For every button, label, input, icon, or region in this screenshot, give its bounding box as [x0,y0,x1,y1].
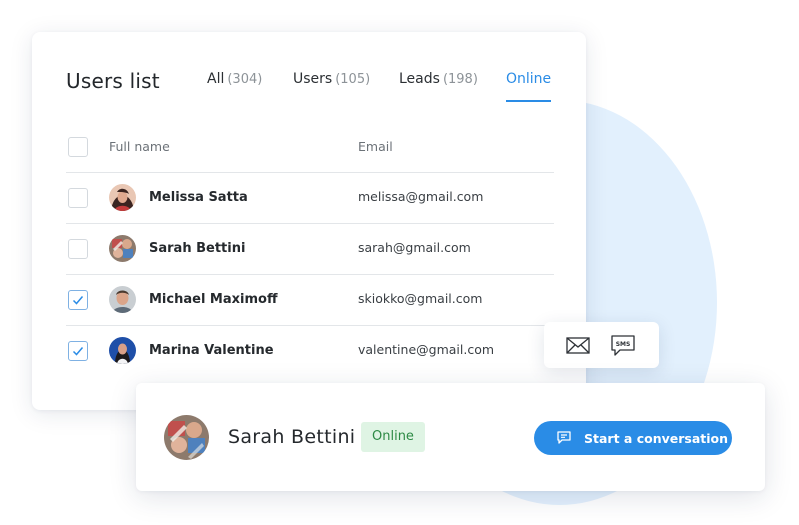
table-row[interactable]: Marina Valentine valentine@gmail.com [32,326,586,376]
row-name: Sarah Bettini [149,241,246,256]
status-badge: Online [361,422,425,452]
tab-count: (304) [227,72,263,87]
column-header-email: Email [358,139,393,154]
contact-actions: SMS [544,322,659,368]
table-row[interactable]: Melissa Satta melissa@gmail.com [32,173,586,223]
row-email: sarah@gmail.com [358,240,471,255]
tab-bar: All (304) Users (105) Leads (198) Online [32,71,586,103]
row-name: Marina Valentine [149,343,274,358]
row-checkbox[interactable] [68,188,88,208]
column-header-name: Full name [109,139,170,154]
tab-count: (105) [335,72,371,87]
profile-card: Sarah Bettini Online Start a conversatio… [136,383,765,491]
avatar [164,415,209,460]
table-row[interactable]: Michael Maximoff skiokko@gmail.com [32,275,586,325]
row-email: valentine@gmail.com [358,342,495,357]
avatar [109,184,136,211]
tab-leads[interactable]: Leads (198) [399,71,478,103]
row-name: Melissa Satta [149,190,248,205]
table-row[interactable]: Sarah Bettini sarah@gmail.com [32,224,586,274]
select-all-checkbox[interactable] [68,137,88,157]
sms-icon-label: SMS [616,341,631,348]
sms-icon[interactable]: SMS [610,334,636,362]
start-conversation-label: Start a conversation [584,431,729,446]
avatar [109,337,136,364]
mail-icon[interactable] [566,334,590,360]
tab-label: All [207,71,225,87]
row-name: Michael Maximoff [149,292,278,307]
tab-label: Leads [399,71,440,87]
users-list-card: Users list All (304) Users (105) Leads (198… [32,32,586,410]
row-email: melissa@gmail.com [358,189,484,204]
tab-users[interactable]: Users (105) [293,71,370,103]
tab-label: Online [506,71,552,87]
row-email: skiokko@gmail.com [358,291,483,306]
row-checkbox[interactable] [68,341,88,361]
start-conversation-button[interactable]: Start a conversation [534,421,732,455]
row-checkbox[interactable] [68,290,88,310]
tab-all[interactable]: All (304) [207,71,262,103]
stage: Users list All (304) Users (105) Leads (198… [0,0,799,525]
check-icon [72,296,84,305]
tab-label: Users [293,71,333,87]
tab-count: (198) [442,72,478,87]
check-icon [72,347,84,356]
avatar [109,235,136,262]
chat-icon [557,431,571,447]
tab-online[interactable]: Online [506,71,552,103]
profile-name: Sarah Bettini [228,426,356,448]
avatar [109,286,136,313]
row-checkbox[interactable] [68,239,88,259]
